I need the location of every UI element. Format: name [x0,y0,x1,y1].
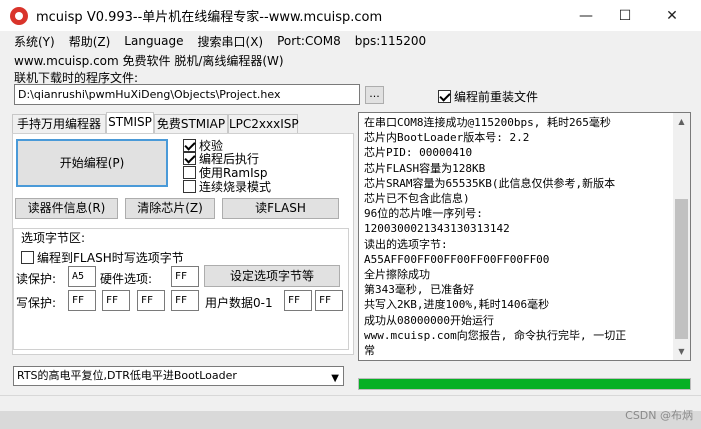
log-line: 芯片已不包含此信息) [364,192,470,206]
log-line: 芯片SRAM容量为65535KB(此信息仅供参考,新版本 [364,176,616,190]
verify-checkbox[interactable] [183,138,196,152]
chevron-down-icon[interactable]: ▼ [331,370,339,388]
write-option-checkbox[interactable] [21,251,34,264]
log-line: 芯片内BootLoader版本号: 2.2 [364,131,530,145]
menu-search-port[interactable]: 搜索串口(X) [198,33,264,50]
log-line: 全片擦除成功 [364,268,430,282]
file-path-input[interactable]: D:\qianrushi\pwmHuXiDeng\Objects\Project… [14,84,360,105]
reload-checkbox[interactable] [438,90,451,103]
write-protect-input-0[interactable]: FF [68,290,96,311]
window-title: mcuisp V0.993--单片机在线编程专家--www.mcuisp.com [36,10,383,25]
hw-option-input[interactable]: FF [171,266,199,287]
browse-button[interactable]: ... [365,86,384,104]
menu-system[interactable]: 系统(Y) [14,33,55,50]
option-continuous[interactable]: 连续烧录模式 [183,179,272,194]
read-protect-label: 读保护: [16,272,57,286]
hw-option-label: 硬件选项: [100,272,153,286]
status-strip [0,411,701,429]
reload-label: 编程前重装文件 [454,90,539,104]
reset-mode-value: RTS的高电平复位,DTR低电平进BootLoader [17,369,237,382]
log-scrollbar[interactable]: ▲ ▼ [673,113,690,360]
site-link[interactable]: www.mcuisp.com 免费软件 脱机/离线编程器(W) [14,52,284,69]
write-option-label: 编程到FLASH时写选项字节 [37,251,184,265]
title-bar: mcuisp V0.993--单片机在线编程专家--www.mcuisp.com… [0,0,701,31]
write-protect-input-3[interactable]: FF [171,290,199,311]
continuous-label: 连续烧录模式 [199,179,272,194]
option-bytes-title: 选项字节区: [21,231,86,245]
read-flash-button[interactable]: 读FLASH [222,198,339,219]
menu-bps[interactable]: bps:115200 [355,34,426,48]
log-line: A55AFF00FF00FF00FF00FF00FF00 [364,252,550,266]
menu-language[interactable]: Language [124,34,183,48]
log-line: 芯片FLASH容量为128KB [364,161,486,175]
log-output[interactable]: 在串口COM8连接成功@115200bps, 耗时265毫秒 芯片内BootLo… [358,112,691,361]
app-icon [10,6,28,25]
write-protect-label: 写保护: [16,296,57,310]
app-window: mcuisp V0.993--单片机在线编程专家--www.mcuisp.com… [0,0,701,429]
progress-bar [358,378,691,390]
log-line: 1200300021343130313142 [364,222,510,236]
option-bytes-group [13,228,349,350]
watermark: CSDN @布炳 [625,409,693,422]
set-option-bytes-button[interactable]: 设定选项字节等 [204,265,340,287]
log-line: www.mcuisp.com向您报告, 命令执行完毕, 一切正 [364,328,627,342]
start-program-button[interactable]: 开始编程(P) [16,139,168,187]
reload-option[interactable]: 编程前重装文件 [438,88,538,105]
write-protect-input-1[interactable]: FF [102,290,130,311]
log-lines: 在串口COM8连接成功@115200bps, 耗时265毫秒 芯片内BootLo… [364,115,669,358]
log-line: 读出的选项字节: [364,237,448,251]
log-line: 共写入2KB,进度100%,耗时1406毫秒 [364,298,550,312]
scroll-down-icon[interactable]: ▼ [673,343,690,360]
status-area [0,395,701,429]
scroll-up-icon[interactable]: ▲ [673,113,690,130]
close-button[interactable]: ✕ [649,0,695,31]
continuous-checkbox[interactable] [183,179,196,193]
menu-port[interactable]: Port:COM8 [277,34,341,48]
read-protect-input[interactable]: A5 [68,266,96,287]
log-line: 成功从08000000开始运行 [364,313,494,327]
write-option-bytes[interactable]: 编程到FLASH时写选项字节 [21,249,184,266]
read-info-button[interactable]: 读器件信息(R) [15,198,118,219]
ramisp-checkbox[interactable] [183,165,196,179]
user-data-input-1[interactable]: FF [315,290,343,311]
run-after-checkbox[interactable] [183,151,196,165]
log-line: 96位的芯片唯一序列号: [364,207,483,221]
tab-handheld[interactable]: 手持万用编程器 [12,114,106,134]
user-data-label: 用户数据0-1 [205,296,273,310]
reset-mode-select[interactable]: RTS的高电平复位,DTR低电平进BootLoader ▼ [13,366,344,386]
menu-help[interactable]: 帮助(Z) [69,33,111,50]
user-data-input-0[interactable]: FF [284,290,312,311]
log-line: 常 [364,344,375,358]
tab-stmiap[interactable]: 免费STMIAP [154,114,228,134]
scroll-thumb[interactable] [675,199,688,339]
write-protect-input-2[interactable]: FF [137,290,165,311]
maximize-button[interactable]: ☐ [602,0,648,31]
menu-bar: 系统(Y) 帮助(Z) Language 搜索串口(X) Port:COM8 b… [0,31,701,51]
erase-chip-button[interactable]: 清除芯片(Z) [125,198,215,219]
log-line: 芯片PID: 00000410 [364,146,473,160]
log-line: 在串口COM8连接成功@115200bps, 耗时265毫秒 [364,116,611,129]
tab-stmisp[interactable]: STMISP [106,112,154,134]
tab-lpc[interactable]: LPC2xxxISP [228,114,299,134]
log-line: 第343毫秒, 已准备好 [364,283,475,297]
